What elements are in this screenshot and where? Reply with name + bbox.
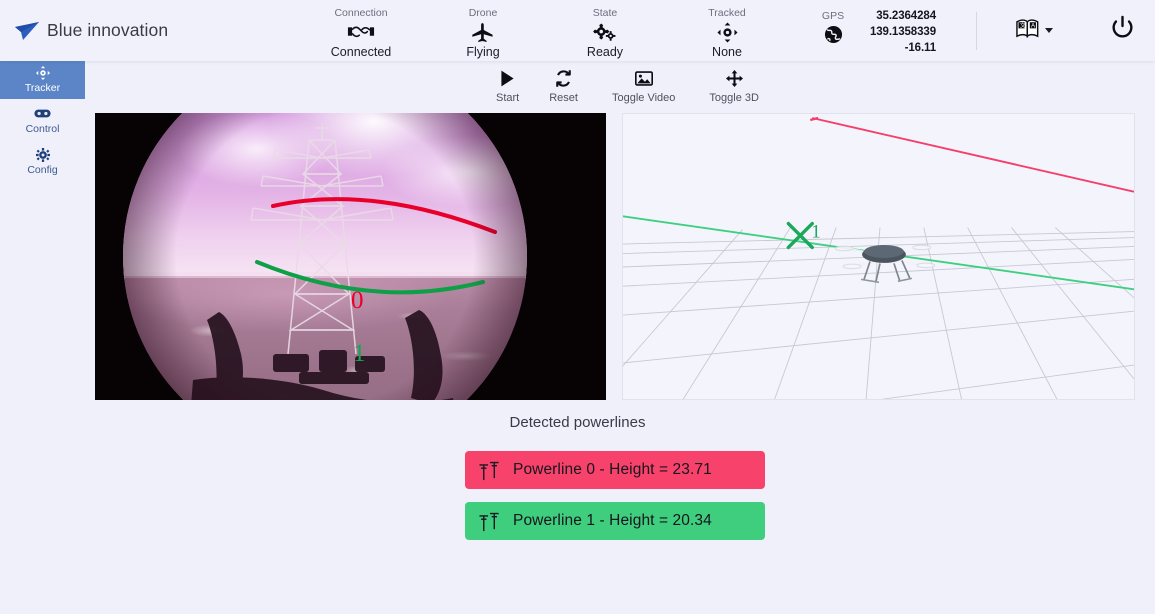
- refresh-icon: [555, 68, 572, 89]
- sidebar-item-tracker[interactable]: Tracker: [0, 61, 85, 99]
- crosshair-move-icon: [36, 66, 50, 80]
- quadcopter-icon: [835, 245, 935, 282]
- header-divider: [976, 12, 977, 50]
- language-selector-button[interactable]: 文 A: [1011, 14, 1057, 48]
- status-state-value: Ready: [544, 46, 666, 59]
- toggle-video-button[interactable]: Toggle Video: [606, 66, 681, 106]
- play-icon: [500, 68, 515, 89]
- sidebar-item-control-label: Control: [26, 124, 60, 135]
- crosshair-move-icon: [666, 22, 788, 44]
- powerline-1-chip[interactable]: Powerline 1 - Height = 20.34: [465, 502, 765, 540]
- gamepad-icon: [34, 107, 51, 121]
- sidebar-item-control[interactable]: Control: [0, 102, 85, 140]
- gps-readout: GPS 35.2364284 139.1358339 -16.11: [812, 4, 936, 57]
- powerline-1-label: Powerline 1 - Height = 20.34: [513, 512, 712, 530]
- toggle-3d-button[interactable]: Toggle 3D: [703, 66, 765, 106]
- sidebar-item-config[interactable]: Config: [0, 143, 85, 181]
- handshake-icon: [300, 22, 422, 44]
- start-button[interactable]: Start: [490, 66, 525, 106]
- translate-icon: 文 A: [1015, 18, 1040, 44]
- fisheye-camera-feed[interactable]: 0 1: [95, 113, 606, 400]
- 3d-scene-view[interactable]: 1: [622, 113, 1135, 400]
- paper-plane-icon: [14, 21, 40, 41]
- brand: Blue innovation: [0, 20, 300, 41]
- status-connection: Connection Connected: [300, 3, 422, 58]
- status-group: Connection Connected Drone: [300, 3, 788, 58]
- app-header: Blue innovation Connection Connected: [0, 0, 1155, 61]
- powerline-0-label: Powerline 0 - Height = 23.71: [513, 461, 712, 479]
- status-tracked-value: None: [666, 46, 788, 59]
- brand-name: Blue innovation: [47, 20, 168, 41]
- status-drone: Drone Flying: [422, 3, 544, 58]
- status-drone-label: Drone: [422, 8, 544, 19]
- status-connection-value: Connected: [300, 46, 422, 59]
- move-arrows-icon: [726, 68, 743, 89]
- status-state: State: [544, 3, 666, 58]
- powerline-0-line-3d: [812, 118, 1134, 192]
- marker-label-3d: 1: [811, 222, 820, 243]
- powerline-0-overlay-label: 0: [351, 287, 364, 315]
- status-connection-label: Connection: [300, 8, 422, 19]
- reset-button-label: Reset: [549, 93, 578, 104]
- gps-altitude: -16.11: [860, 41, 936, 57]
- powerline-0-chip[interactable]: Powerline 0 - Height = 23.71: [465, 451, 765, 489]
- start-button-label: Start: [496, 93, 519, 104]
- gps-longitude: 139.1358339: [860, 25, 936, 41]
- x-marker-icon: [788, 224, 812, 248]
- video-overlay-labels: 0 1: [95, 113, 606, 400]
- sidebar: Tracker Control: [0, 61, 85, 181]
- gps-latitude: 35.2364284: [860, 9, 936, 25]
- toggle-3d-button-label: Toggle 3D: [709, 93, 759, 104]
- sidebar-item-tracker-label: Tracker: [25, 83, 60, 94]
- chevron-down-icon: [1045, 28, 1053, 33]
- powerline-towers-icon: [465, 510, 513, 533]
- toggle-video-button-label: Toggle Video: [612, 93, 675, 104]
- reset-button[interactable]: Reset: [543, 66, 584, 106]
- gear-icon: [36, 148, 50, 162]
- 3d-scene-content: 1: [623, 114, 1134, 400]
- status-tracked-label: Tracked: [666, 8, 788, 19]
- status-drone-value: Flying: [422, 46, 544, 59]
- power-button[interactable]: [1110, 15, 1135, 43]
- power-icon: [1110, 28, 1135, 43]
- status-state-label: State: [544, 8, 666, 19]
- globe-icon: [812, 25, 854, 49]
- image-icon: [635, 68, 653, 89]
- tracker-toolbar: Start Reset Toggle Video: [490, 66, 765, 106]
- powerline-1-overlay-label: 1: [353, 340, 366, 368]
- gps-coordinates: 35.2364284 139.1358339 -16.11: [860, 4, 936, 57]
- sidebar-item-config-label: Config: [27, 165, 57, 176]
- powerline-towers-icon: [465, 459, 513, 482]
- detections-title: Detected powerlines: [0, 414, 1155, 431]
- gps-label: GPS: [812, 10, 854, 22]
- gears-icon: [544, 22, 666, 44]
- airplane-icon: [422, 22, 544, 44]
- app-window: Blue innovation Connection Connected: [0, 0, 1155, 614]
- svg-text:文: 文: [1020, 21, 1026, 29]
- status-tracked: Tracked None: [666, 3, 788, 58]
